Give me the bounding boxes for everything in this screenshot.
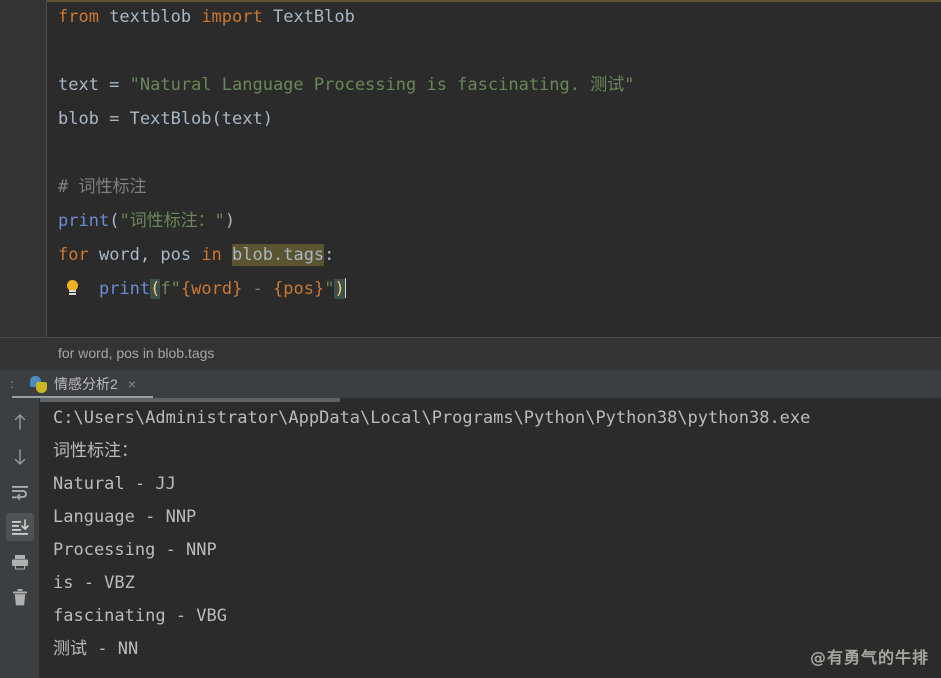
breadcrumb[interactable]: for word, pos in blob.tags: [58, 345, 214, 361]
code-line[interactable]: print(f"{word} - {pos}"): [47, 272, 941, 306]
code-token: :: [324, 245, 335, 265]
code-token: "Natural Language Processing is fascinat…: [129, 75, 635, 95]
editor-gutter[interactable]: [0, 0, 47, 337]
code-token: word, pos: [88, 245, 202, 265]
code-token: -: [242, 279, 274, 299]
lightbulb-icon[interactable]: [65, 280, 79, 298]
code-token: in: [201, 245, 222, 265]
breadcrumb-bar: for word, pos in blob.tags: [0, 337, 941, 370]
console-line: Natural - JJ: [53, 474, 176, 494]
code-token: textblob: [98, 7, 202, 27]
run-tool-window-tabbar: : 情感分析2 ×: [0, 370, 941, 399]
down-arrow-icon[interactable]: [6, 443, 34, 471]
code-token: blob.tags: [232, 244, 325, 266]
code-line[interactable]: [47, 34, 941, 68]
code-token: TextBlob: [262, 7, 355, 27]
console-line: fascinating - VBG: [53, 606, 227, 626]
run-console: C:\Users\Administrator\AppData\Local\Pro…: [0, 398, 941, 678]
text-caret: [344, 278, 346, 298]
scroll-to-end-icon[interactable]: [6, 513, 34, 541]
code-token: print: [98, 279, 151, 299]
code-token: f: [160, 279, 171, 299]
up-arrow-icon[interactable]: [6, 408, 34, 436]
run-tab-label: 情感分析2: [54, 376, 118, 392]
code-token: ": [324, 279, 335, 299]
console-line: Language - NNP: [53, 507, 197, 527]
code-line[interactable]: blob = TextBlob(text): [47, 102, 941, 136]
console-line: C:\Users\Administrator\AppData\Local\Pro…: [53, 408, 811, 428]
console-line: 词性标注：: [53, 441, 138, 461]
code-token: ): [224, 211, 236, 231]
code-token: {pos}: [273, 279, 325, 299]
code-token: # 词性标注: [58, 177, 147, 197]
code-token: (: [109, 211, 120, 231]
pycharm-window: from textblob import TextBlob text = "Nat…: [0, 0, 941, 678]
code-token: "词性标注：": [119, 211, 225, 231]
code-token: ): [334, 279, 345, 299]
code-line[interactable]: text = "Natural Language Processing is f…: [47, 68, 941, 102]
console-line: Processing - NNP: [53, 540, 217, 560]
python-icon: [30, 375, 47, 393]
watermark: @有勇气的牛排: [809, 648, 929, 667]
run-tab[interactable]: 情感分析2 ×: [24, 370, 142, 398]
soft-wrap-icon[interactable]: [6, 478, 34, 506]
code-line[interactable]: [47, 136, 941, 170]
code-token: for: [58, 245, 89, 265]
code-line[interactable]: from textblob import TextBlob: [47, 0, 941, 34]
code-line[interactable]: # 词性标注: [47, 170, 941, 204]
console-output[interactable]: C:\Users\Administrator\AppData\Local\Pro…: [40, 402, 941, 678]
code-editor[interactable]: from textblob import TextBlob text = "Nat…: [0, 0, 941, 337]
console-line: 测试 - NN: [53, 639, 139, 659]
console-toolbar: [0, 398, 40, 678]
console-line: is - VBZ: [53, 573, 135, 593]
print-icon[interactable]: [6, 548, 34, 576]
code-content[interactable]: from textblob import TextBlob text = "Nat…: [47, 0, 941, 337]
trash-icon[interactable]: [6, 583, 34, 611]
code-token: blob = TextBlob(text): [58, 109, 273, 129]
close-icon[interactable]: ×: [128, 376, 136, 392]
code-token: {word}: [180, 279, 243, 299]
code-token: text =: [58, 75, 130, 95]
code-token: ": [170, 279, 181, 299]
code-line[interactable]: print("词性标注："): [47, 204, 941, 238]
code-token: print: [58, 211, 110, 231]
code-line[interactable]: for word, pos in blob.tags:: [47, 238, 941, 272]
code-token: (: [150, 279, 161, 299]
tabbar-left-stub: :: [10, 377, 14, 391]
code-token: import: [201, 7, 263, 27]
code-token: from: [58, 7, 99, 27]
